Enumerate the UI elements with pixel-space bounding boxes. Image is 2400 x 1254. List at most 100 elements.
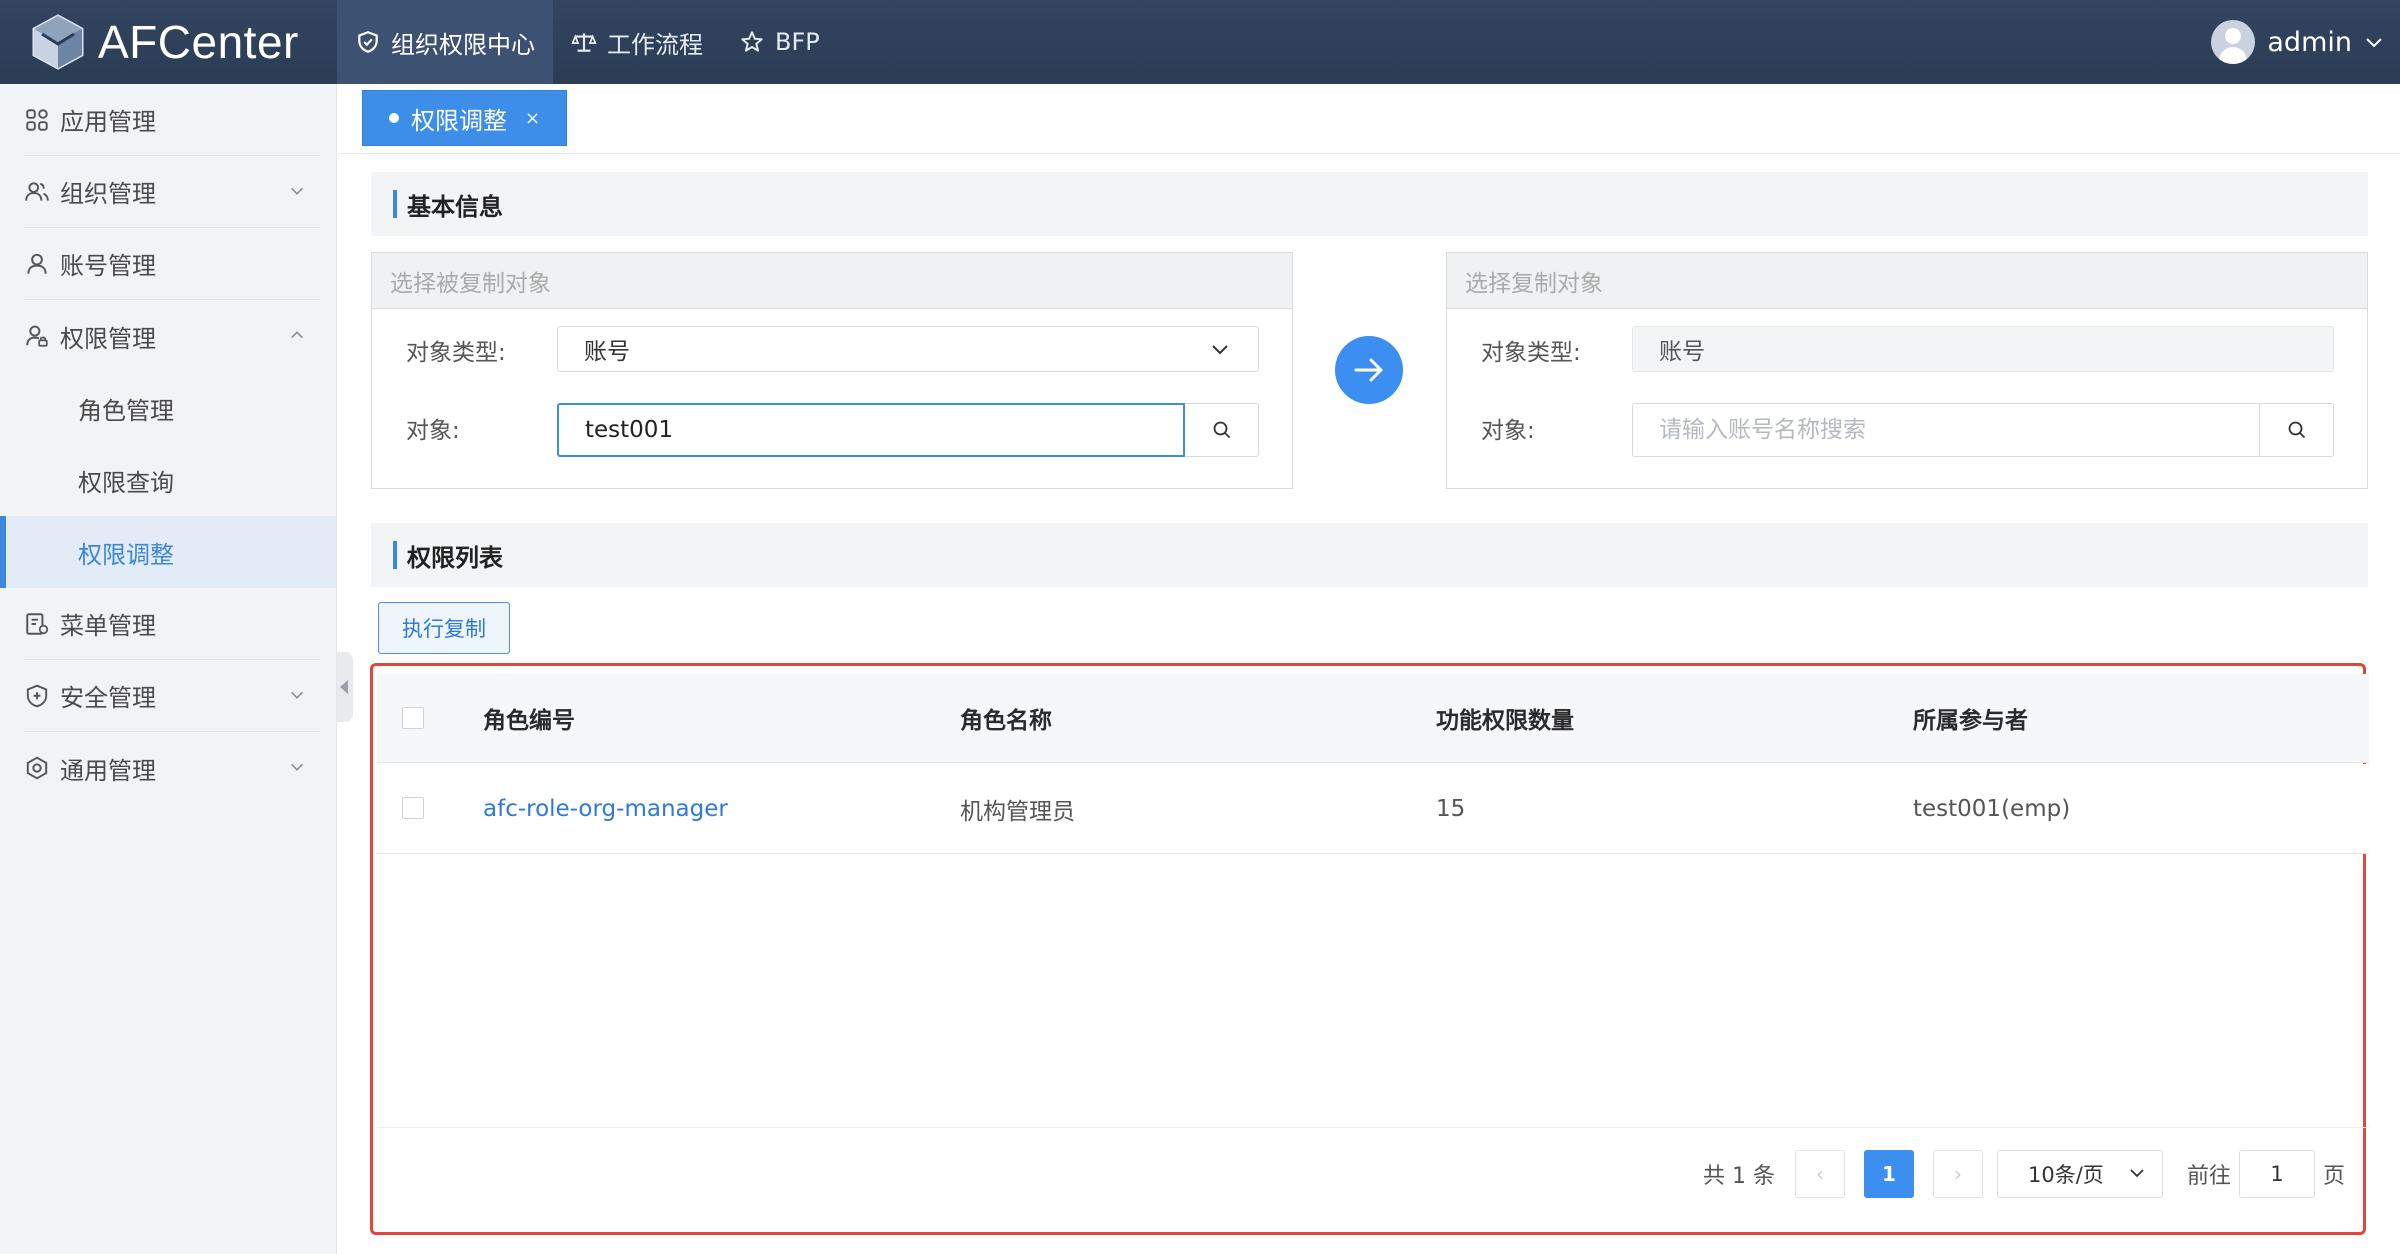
source-object-label: 对象: — [406, 418, 460, 444]
role-name: 机构管理员 — [960, 798, 1075, 825]
section-title: 基本信息 — [407, 192, 503, 221]
avatar — [2211, 20, 2256, 64]
sidebar-subitem-role-management[interactable]: 角色管理 — [0, 372, 336, 444]
column-header-role-name: 角色名称 — [960, 708, 1052, 734]
sidebar-item-label: 组织管理 — [60, 180, 156, 208]
select-all-checkbox[interactable] — [402, 707, 424, 729]
source-type-select[interactable]: 账号 — [557, 326, 1259, 372]
target-type-value: 账号 — [1659, 339, 1705, 365]
tab-permission-adjust[interactable]: 权限调整 × — [362, 90, 568, 146]
source-panel-header: 选择被复制对象 — [372, 253, 1292, 309]
role-code-link[interactable]: afc-role-org-manager — [483, 764, 728, 853]
goto-page-input[interactable] — [2239, 1150, 2315, 1198]
menu-doc-icon — [26, 612, 49, 635]
sidebar-item-label: 安全管理 — [60, 684, 156, 712]
permission-table: 角色编号 角色名称 功能权限数量 所属参与者 afc-role-org-mana… — [370, 663, 2369, 1235]
top-nav: 组织权限中心 工作流程 BFP — [337, 0, 838, 84]
permission-count: 15 — [1436, 795, 1466, 822]
star-icon — [741, 31, 763, 52]
section-basic-info: 基本信息 — [371, 172, 2368, 236]
source-type-value: 账号 — [584, 339, 630, 365]
user-menu[interactable]: admin — [2211, 20, 2384, 64]
owner: test001(emp) — [1913, 795, 2071, 822]
tab-active-dot — [389, 113, 399, 123]
chevron-down-icon — [1212, 345, 1228, 355]
arrow-right-icon — [1354, 358, 1383, 382]
afcenter-logo-icon — [32, 14, 84, 70]
column-header-role-code: 角色编号 — [483, 708, 575, 734]
pagination-divider — [377, 1127, 2369, 1128]
app-logo[interactable]: AFCenter — [32, 14, 299, 70]
column-header-owner: 所属参与者 — [1913, 708, 2028, 734]
sidebar-item-label: 权限管理 — [60, 324, 156, 353]
page-size-select[interactable]: 10条/页 — [1997, 1150, 2163, 1198]
page-unit-label: 页 — [2323, 1164, 2346, 1189]
app-name: AFCenter — [98, 16, 299, 68]
target-panel: 选择复制对象 对象类型: 账号 对象: — [1446, 252, 2368, 489]
grid-icon — [26, 108, 48, 131]
top-bar: AFCenter 组织权限中心 工作流程 BFP admin — [0, 0, 2400, 84]
pagination-total: 共 1 条 — [1703, 1164, 1775, 1189]
users-icon — [25, 181, 49, 201]
goto-label: 前往 — [2187, 1164, 2232, 1189]
nav-label: 工作流程 — [607, 30, 703, 59]
sidebar-item-menu-management[interactable]: 菜单管理 — [24, 588, 320, 660]
sidebar-item-label: 应用管理 — [60, 108, 156, 136]
nav-org-permission-center[interactable]: 组织权限中心 — [337, 0, 553, 84]
next-page-button[interactable]: › — [1933, 1150, 1983, 1198]
sidebar-subitem-label: 权限调整 — [78, 540, 174, 569]
sidebar-item-label: 通用管理 — [60, 756, 156, 785]
user-lock-icon — [26, 325, 48, 347]
target-object-search — [1632, 403, 2334, 457]
search-icon — [2288, 421, 2305, 439]
source-search-button[interactable] — [1185, 403, 1259, 457]
execute-copy-button[interactable]: 执行复制 — [378, 602, 510, 654]
source-object-input[interactable] — [557, 403, 1185, 457]
target-type-label: 对象类型: — [1481, 340, 1581, 366]
chevron-down-icon — [291, 691, 303, 699]
prev-page-button[interactable]: ‹ — [1795, 1150, 1845, 1198]
section-title: 权限列表 — [407, 543, 503, 572]
tab-strip: 权限调整 × — [338, 84, 2400, 154]
chevron-down-icon — [2130, 1169, 2144, 1178]
row-checkbox[interactable] — [402, 797, 424, 819]
sidebar-item-app-management[interactable]: 应用管理 — [24, 84, 320, 156]
nav-label: BFP — [775, 28, 820, 56]
target-object-label: 对象: — [1481, 418, 1535, 444]
sidebar-item-label: 账号管理 — [60, 252, 156, 280]
search-icon — [1213, 421, 1230, 439]
chevron-down-icon — [2366, 38, 2382, 48]
sidebar-item-security-management[interactable]: 安全管理 — [24, 660, 320, 732]
nav-label: 组织权限中心 — [391, 30, 535, 59]
sidebar-item-org-management[interactable]: 组织管理 — [24, 156, 320, 228]
close-icon[interactable]: × — [525, 108, 540, 129]
target-search-button[interactable] — [2260, 403, 2334, 457]
page-1-button[interactable]: 1 — [1864, 1150, 1914, 1198]
sidebar-item-permission-management[interactable]: 权限管理 — [24, 300, 320, 372]
scale-icon — [571, 33, 597, 52]
chevron-down-icon — [291, 763, 303, 771]
source-object-search — [557, 403, 1259, 457]
source-panel: 选择被复制对象 对象类型: 账号 对象: — [371, 252, 1293, 489]
sidebar-item-general-management[interactable]: 通用管理 — [24, 732, 320, 804]
settings-icon — [26, 756, 48, 780]
sidebar: 应用管理 组织管理 账号管理 权限管理 角色管理 权限查询 权限调整 菜单管理 … — [0, 84, 337, 1254]
nav-workflow[interactable]: 工作流程 — [553, 0, 721, 84]
tab-label: 权限调整 — [411, 106, 507, 135]
sidebar-collapse-handle[interactable] — [337, 652, 353, 722]
source-type-label: 对象类型: — [406, 340, 506, 366]
sidebar-item-account-management[interactable]: 账号管理 — [24, 228, 320, 300]
target-object-input[interactable] — [1632, 403, 2260, 457]
column-header-permission-count: 功能权限数量 — [1436, 708, 1574, 734]
sidebar-subitem-permission-adjust[interactable]: 权限调整 — [0, 516, 336, 588]
table-header: 角色编号 角色名称 功能权限数量 所属参与者 — [377, 674, 2369, 763]
copy-direction-arrow-button[interactable] — [1335, 336, 1403, 404]
sidebar-subitem-label: 权限查询 — [78, 468, 174, 497]
user-icon — [27, 253, 47, 274]
section-permission-list: 权限列表 — [371, 523, 2368, 587]
chevron-up-icon — [291, 331, 303, 339]
nav-bfp[interactable]: BFP — [721, 0, 838, 84]
user-name: admin — [2267, 26, 2352, 58]
shield-icon — [358, 31, 378, 53]
sidebar-subitem-permission-query[interactable]: 权限查询 — [0, 444, 336, 516]
